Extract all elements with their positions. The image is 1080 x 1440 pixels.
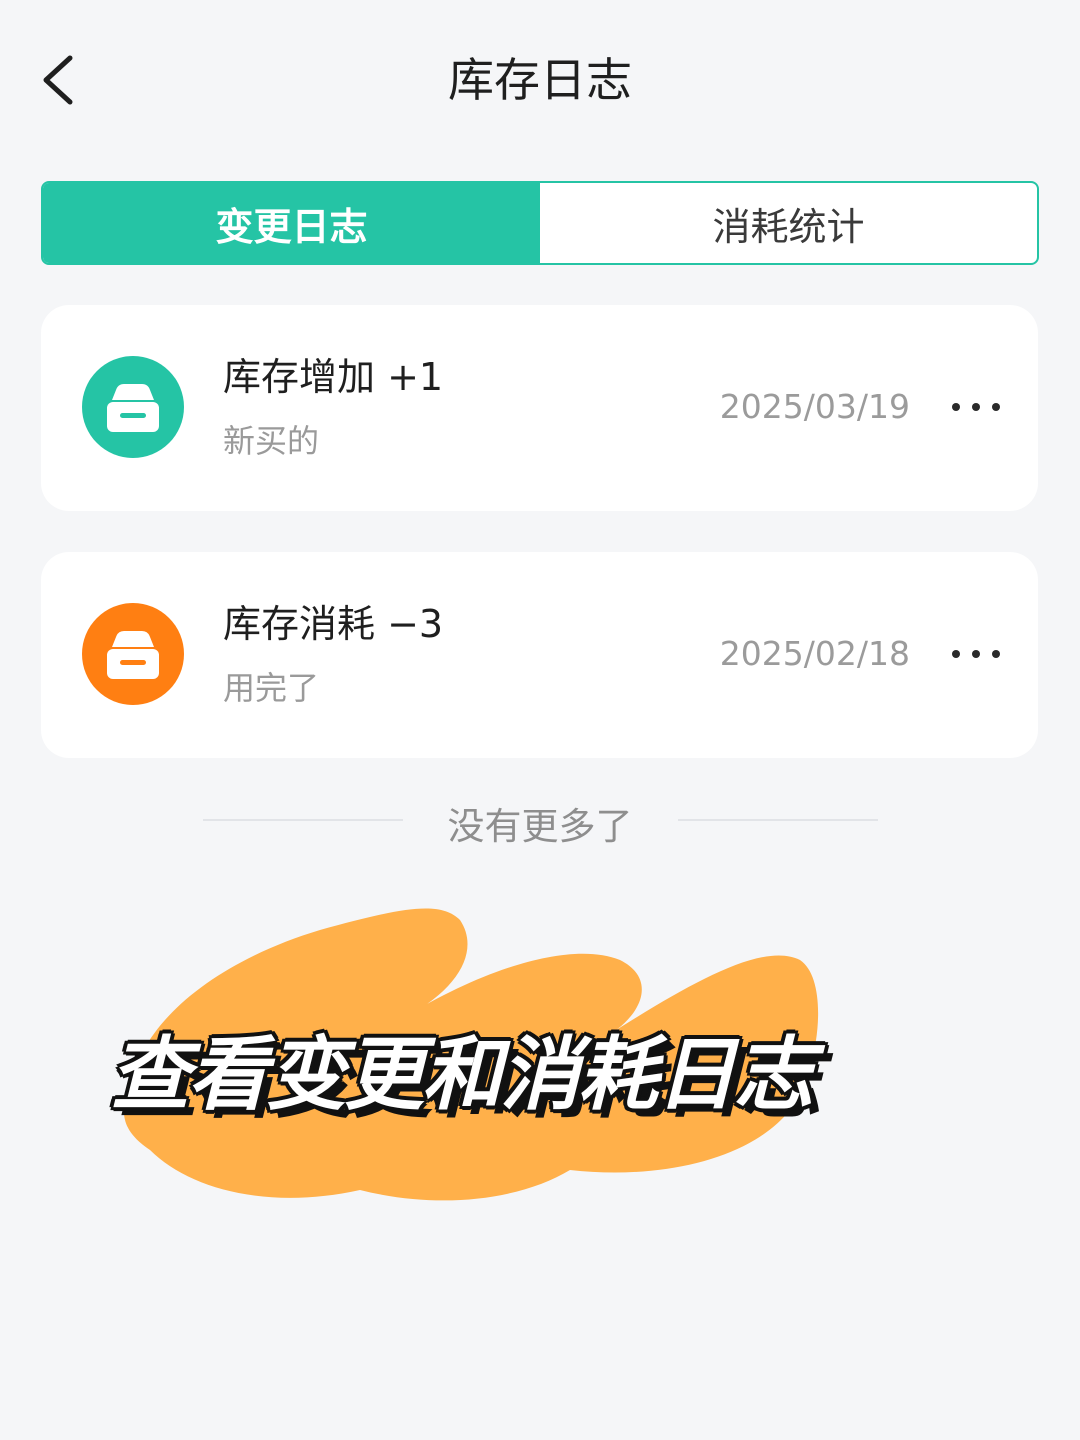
log-item[interactable]: 库存消耗 −3 用完了 2025/02/18 bbox=[41, 552, 1038, 758]
box-icon bbox=[82, 603, 184, 705]
log-date: 2025/03/19 bbox=[719, 387, 910, 426]
log-title: 库存增加 +1 bbox=[223, 355, 444, 399]
divider-line bbox=[678, 819, 878, 821]
more-button[interactable] bbox=[948, 383, 1004, 431]
list-end-indicator: 没有更多了 bbox=[0, 790, 1080, 850]
more-horizontal-icon bbox=[952, 403, 1000, 411]
app-header: 库存日志 bbox=[0, 0, 1080, 160]
overlay-caption: 查看变更和消耗日志 bbox=[110, 1028, 814, 1121]
list-end-text: 没有更多了 bbox=[447, 805, 633, 848]
log-title: 库存消耗 −3 bbox=[223, 602, 444, 646]
log-note: 用完了 bbox=[223, 669, 320, 707]
more-horizontal-icon bbox=[952, 650, 1000, 658]
tab-bar: 变更日志 消耗统计 bbox=[41, 181, 1039, 265]
log-date: 2025/02/18 bbox=[719, 634, 910, 673]
log-note: 新买的 bbox=[223, 422, 320, 460]
page-title: 库存日志 bbox=[448, 53, 632, 107]
more-button[interactable] bbox=[948, 630, 1004, 678]
box-icon bbox=[82, 356, 184, 458]
tab-change-log[interactable]: 变更日志 bbox=[43, 183, 540, 263]
tab-consumption-stats[interactable]: 消耗统计 bbox=[540, 183, 1037, 263]
log-item[interactable]: 库存增加 +1 新买的 2025/03/19 bbox=[41, 305, 1038, 511]
